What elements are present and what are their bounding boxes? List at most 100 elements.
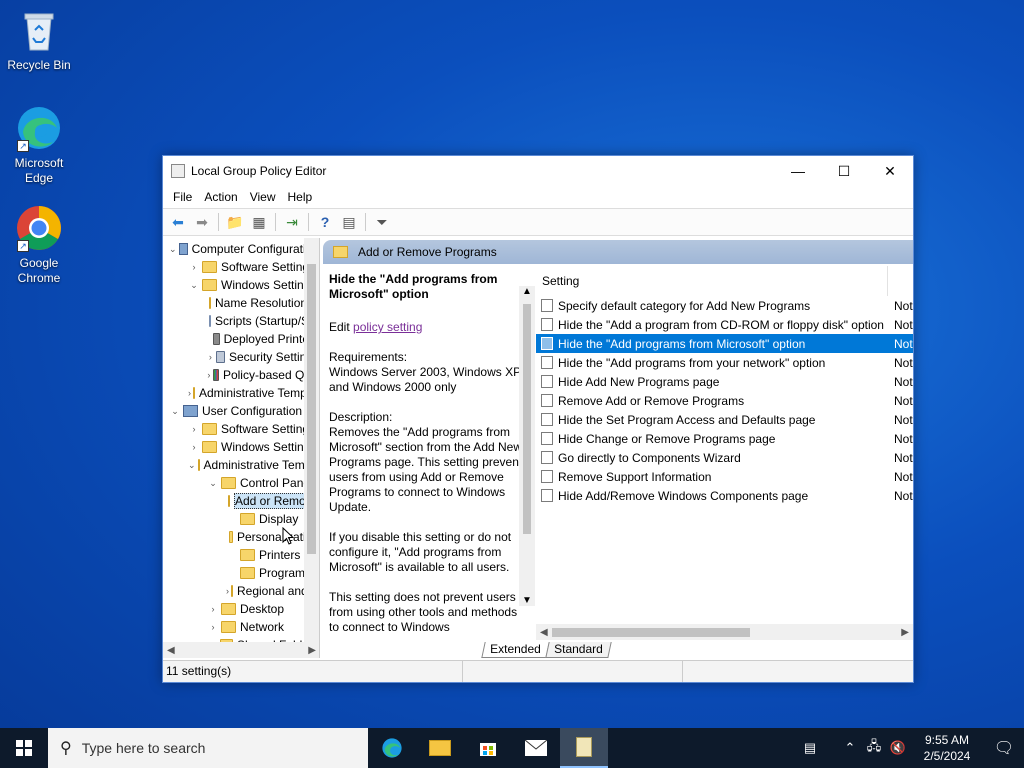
tree-horizontal-scrollbar[interactable]: ◀ ▶ — [163, 642, 319, 658]
tree-item[interactable]: Programs — [163, 564, 319, 582]
tree-item[interactable]: › Administrative Templates — [163, 384, 319, 402]
setting-row[interactable]: Hide the Set Program Access and Defaults… — [536, 410, 913, 429]
tree-item[interactable]: ⌄ Control Panel — [163, 474, 319, 492]
tab-standard[interactable]: Standard — [545, 642, 612, 658]
taskbar-group-policy-editor[interactable] — [560, 728, 608, 768]
taskbar-search-box[interactable]: ⚲ Type here to search — [48, 728, 368, 768]
setting-row[interactable]: Hide the "Add a program from CD-ROM or f… — [536, 315, 913, 334]
tree-item[interactable]: Add or Remove Programs — [163, 492, 319, 510]
tree-item[interactable]: ⌄ User Configuration — [163, 402, 319, 420]
chevron-down-icon[interactable]: ⌄ — [207, 478, 219, 489]
taskbar-edge[interactable] — [368, 728, 416, 768]
chevron-right-icon[interactable]: › — [188, 262, 200, 272]
tree-item[interactable]: ⌄ Computer Configuration — [163, 240, 319, 258]
tree-item[interactable]: ›Regional and Language Options — [163, 582, 319, 600]
taskbar-mail[interactable] — [512, 728, 560, 768]
scroll-right-icon[interactable]: ▶ — [308, 645, 316, 656]
tree-item[interactable]: › Windows Settings — [163, 438, 319, 456]
tree-vertical-scrollbar[interactable] — [304, 238, 319, 642]
policy-setting-icon — [541, 375, 553, 388]
mail-icon — [525, 740, 547, 756]
menu-action[interactable]: Action — [198, 190, 243, 204]
show-hide-tree-icon[interactable]: ▦ — [248, 211, 270, 233]
help-icon[interactable]: ? — [314, 211, 336, 233]
setting-row[interactable]: Hide the "Add programs from your network… — [536, 353, 913, 372]
tree-item[interactable]: ⌄ Windows Settings — [163, 276, 319, 294]
chevron-down-icon[interactable]: ⌄ — [188, 460, 196, 471]
chevron-right-icon[interactable]: › — [188, 424, 200, 434]
chevron-right-icon[interactable]: › — [188, 442, 200, 452]
menu-file[interactable]: File — [167, 190, 198, 204]
chevron-up-icon[interactable]: ⌃ — [838, 740, 862, 756]
tree-item[interactable]: Printers — [163, 546, 319, 564]
taskbar-file-explorer[interactable] — [416, 728, 464, 768]
scroll-left-icon[interactable]: ◀ — [540, 627, 548, 638]
desktop-icon-edge[interactable]: ↗ Microsoft Edge — [4, 104, 74, 186]
tab-extended[interactable]: Extended — [481, 642, 550, 658]
menu-help[interactable]: Help — [282, 190, 319, 204]
edit-policy-link[interactable]: policy setting — [353, 320, 422, 334]
properties-icon[interactable]: ▤ — [338, 211, 360, 233]
news-icon[interactable]: ▤ — [798, 740, 822, 756]
back-icon[interactable]: ⬅ — [167, 211, 189, 233]
policy-setting-icon — [541, 489, 553, 502]
setting-row[interactable]: Hide the "Add programs from Microsoft" o… — [536, 334, 913, 353]
tree-item[interactable]: Personalization — [163, 528, 319, 546]
chevron-right-icon[interactable]: › — [226, 586, 229, 596]
clock[interactable]: 9:55 AM 2/5/2024 — [910, 732, 984, 764]
setting-row[interactable]: Remove Add or Remove Programs Not configu… — [536, 391, 913, 410]
chevron-down-icon[interactable]: ⌄ — [169, 406, 181, 417]
close-button[interactable]: ✕ — [867, 156, 913, 186]
setting-row[interactable]: Remove Support Information Not configured — [536, 467, 913, 486]
tree-item-label: Network — [240, 620, 285, 634]
tree-item[interactable]: Scripts (Startup/Shutdown) — [163, 312, 319, 330]
desktop-icon-chrome[interactable]: ↗ Google Chrome — [4, 204, 74, 286]
tree-item[interactable]: Deployed Printers — [163, 330, 319, 348]
setting-row[interactable]: Hide Add New Programs page Not configured — [536, 372, 913, 391]
tree-item[interactable]: Name Resolution Policy — [163, 294, 319, 312]
tree-item[interactable]: › Network — [163, 618, 319, 636]
chevron-down-icon[interactable]: ⌄ — [188, 280, 200, 291]
notification-icon[interactable]: 🗨 — [984, 738, 1024, 758]
volume-muted-icon[interactable]: 🔇 — [886, 740, 910, 756]
setting-row[interactable]: Hide Add/Remove Windows Components page N… — [536, 486, 913, 505]
forward-icon[interactable]: ➡ — [191, 211, 213, 233]
tree-item[interactable]: › Software Settings — [163, 420, 319, 438]
security-icon — [215, 351, 225, 363]
taskbar-store[interactable] — [464, 728, 512, 768]
chevron-right-icon[interactable]: › — [188, 388, 191, 398]
minimize-button[interactable]: — — [775, 156, 821, 186]
scroll-left-icon[interactable]: ◀ — [167, 645, 175, 656]
menu-view[interactable]: View — [244, 190, 282, 204]
chevron-right-icon[interactable]: › — [207, 622, 219, 632]
chevron-right-icon[interactable]: › — [207, 352, 214, 362]
tree-item[interactable]: › Desktop — [163, 600, 319, 618]
title-bar[interactable]: Local Group Policy Editor — ☐ ✕ — [163, 156, 913, 186]
setting-row[interactable]: Specify default category for Add New Pro… — [536, 296, 913, 315]
chevron-right-icon[interactable]: › — [207, 604, 219, 614]
setting-name: Hide the Set Program Access and Defaults… — [558, 412, 816, 427]
scroll-right-icon[interactable]: ▶ — [901, 627, 909, 638]
description-scrollbar[interactable]: ▲ ▼ — [519, 286, 535, 606]
setting-row[interactable]: Go directly to Components Wizard Not conf… — [536, 448, 913, 467]
up-folder-icon[interactable]: 📁 — [224, 211, 246, 233]
maximize-button[interactable]: ☐ — [821, 156, 867, 186]
setting-row[interactable]: Hide Change or Remove Programs page Not c… — [536, 429, 913, 448]
scroll-up-icon[interactable]: ▲ — [519, 286, 535, 297]
export-list-icon[interactable]: ⇥ — [281, 211, 303, 233]
start-button[interactable] — [0, 728, 48, 768]
filter-icon[interactable]: ⏷ — [371, 211, 393, 233]
tree-item[interactable]: ⌄ Administrative Templates — [163, 456, 319, 474]
scroll-down-icon[interactable]: ▼ — [519, 595, 535, 606]
network-icon[interactable]: 🖧 — [862, 737, 886, 759]
desktop-icon-recycle-bin[interactable]: Recycle Bin — [4, 6, 74, 73]
tree-item[interactable]: › Policy-based QoS — [163, 366, 319, 384]
tree-item[interactable]: › Software Settings — [163, 258, 319, 276]
tree-item[interactable]: › Security Settings — [163, 348, 319, 366]
chevron-right-icon[interactable]: › — [207, 370, 211, 380]
settings-horizontal-scrollbar[interactable]: ◀ ▶ — [536, 624, 913, 640]
chevron-down-icon[interactable]: ⌄ — [169, 244, 177, 255]
store-icon — [480, 743, 496, 756]
tree-item[interactable]: Display — [163, 510, 319, 528]
column-header-setting[interactable]: Setting — [536, 266, 913, 296]
